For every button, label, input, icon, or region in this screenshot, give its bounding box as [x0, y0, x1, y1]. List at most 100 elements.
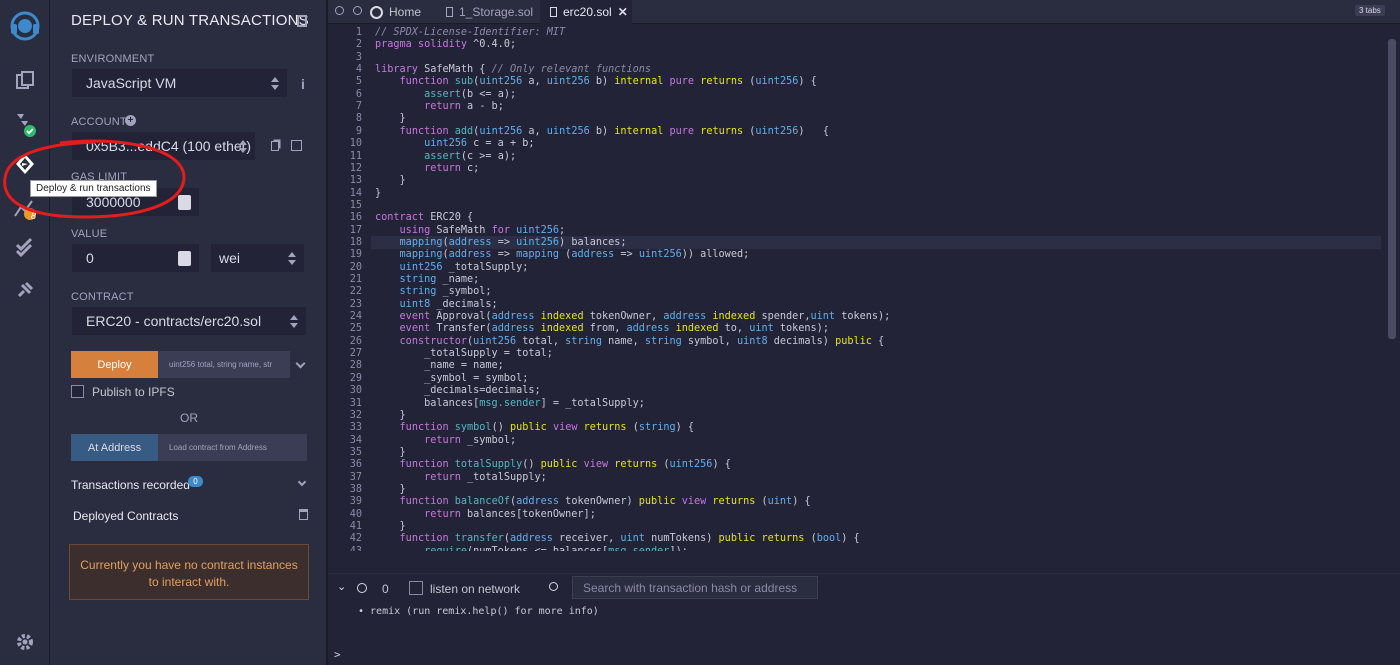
- panel-doc-icon[interactable]: [297, 15, 307, 27]
- code-editor[interactable]: 1 // SPDX-License-Identifier: MIT 2 pragma …: [328, 25, 1400, 551]
- contract-select[interactable]: ERC20 - contracts/erc20.sol: [71, 306, 307, 336]
- unit-testing-icon[interactable]: [0, 227, 50, 267]
- spinner-icon[interactable]: [178, 251, 191, 266]
- spinner-icon[interactable]: [178, 195, 191, 210]
- deploy-params-input[interactable]: uint256 total, string name, str: [158, 351, 290, 378]
- deploy-params-placeholder: uint256 total, string name, str: [169, 360, 273, 369]
- select-caret-icon: [271, 77, 279, 90]
- line-number: 21: [349, 274, 362, 285]
- plugin-manager-icon[interactable]: [0, 270, 50, 310]
- file-explorer-icon[interactable]: [0, 60, 50, 100]
- line-number: 17: [349, 224, 362, 236]
- code-line: }: [375, 483, 406, 495]
- publish-ipfs-label: Publish to IPFS: [92, 385, 175, 399]
- at-address-input[interactable]: Load contract from Address: [158, 434, 307, 461]
- tabs-count-badge[interactable]: 3 tabs: [1355, 5, 1385, 16]
- line-number: 31: [349, 397, 362, 409]
- deploy-run-icon[interactable]: [0, 144, 50, 184]
- code-line: return _totalSupply;: [424, 471, 547, 483]
- code-line: assert(b <= a);: [424, 88, 517, 100]
- line-number: 34: [349, 434, 362, 446]
- copy-icon[interactable]: [271, 141, 279, 151]
- code-line: using SafeMath for uint256;: [399, 224, 566, 236]
- code-line: function transfer(address receiver, uint…: [399, 533, 860, 545]
- trash-icon[interactable]: [299, 509, 308, 520]
- line-number: 3: [355, 51, 362, 63]
- line-number: 33: [349, 422, 362, 434]
- code-line: return a - b;: [424, 101, 504, 113]
- environment-select[interactable]: JavaScript VM: [71, 68, 288, 98]
- value-input[interactable]: 0: [71, 243, 200, 273]
- deploy-run-tooltip: Deploy & run transactions: [30, 180, 157, 197]
- code-line: uint8 _decimals;: [399, 298, 498, 310]
- panel-title: DEPLOY & RUN TRANSACTIONS: [71, 12, 309, 29]
- code-line: function symbol() public view returns (s…: [399, 422, 695, 434]
- line-number: 27: [349, 348, 362, 360]
- code-line: _totalSupply = total;: [375, 348, 553, 360]
- line-number: 15: [349, 199, 362, 211]
- line-number: 13: [349, 175, 362, 187]
- add-account-icon[interactable]: +: [125, 115, 136, 126]
- remix-logo-icon[interactable]: [0, 4, 50, 48]
- line-number: 37: [349, 471, 362, 483]
- line-number: 29: [349, 372, 362, 384]
- line-number: 42: [349, 533, 362, 545]
- line-number: 10: [349, 138, 362, 150]
- zoom-out-icon[interactable]: [335, 6, 344, 15]
- code-line: function add(uint256 a, uint256 b) inter…: [399, 125, 830, 137]
- no-instances-alert: Currently you have no contract instances…: [69, 544, 309, 600]
- tab-storage-label: 1_Storage.sol: [459, 5, 534, 19]
- code-line: _symbol = symbol;: [375, 372, 529, 384]
- publish-ipfs-checkbox[interactable]: [71, 385, 84, 398]
- at-address-placeholder: Load contract from Address: [169, 443, 267, 452]
- code-line: balances[msg.sender] = _totalSupply;: [375, 397, 645, 409]
- code-line: return _symbol;: [424, 434, 517, 446]
- info-icon[interactable]: i: [301, 76, 305, 92]
- account-select[interactable]: 0x5B3...eddC4 (100 ether): [71, 131, 256, 161]
- or-text: OR: [180, 411, 198, 425]
- collapse-terminal-icon[interactable]: ⌄: [337, 580, 346, 593]
- code-line: event Transfer(address indexed from, add…: [399, 323, 829, 335]
- line-number: 36: [349, 459, 362, 471]
- line-number: 20: [349, 261, 362, 273]
- transaction-search-input[interactable]: Search with transaction hash or address: [572, 576, 818, 599]
- listen-network-checkbox[interactable]: [409, 581, 423, 595]
- terminal-log-line: • remix (run remix.help() for more info): [358, 606, 599, 617]
- value-unit-select[interactable]: wei: [210, 243, 305, 273]
- file-icon: [446, 7, 453, 17]
- zoom-in-icon[interactable]: [353, 6, 362, 15]
- select-caret-icon: [239, 140, 247, 153]
- settings-gear-icon[interactable]: [0, 622, 50, 662]
- code-line: }: [375, 113, 406, 125]
- transactions-recorded-label[interactable]: Transactions recorded: [71, 478, 190, 492]
- chevron-down-icon[interactable]: [295, 358, 306, 369]
- editor-scrollbar[interactable]: [1388, 39, 1396, 339]
- line-number: 32: [349, 409, 362, 421]
- solidity-compiler-icon[interactable]: [0, 104, 50, 144]
- tab-storage[interactable]: 1_Storage.sol: [446, 0, 533, 24]
- search-icon: [549, 582, 558, 591]
- tab-home[interactable]: Home: [370, 0, 421, 24]
- terminal-prompt: >: [334, 648, 341, 661]
- code-line: function balanceOf(address tokenOwner) p…: [399, 496, 811, 508]
- code-line: string _symbol;: [399, 286, 492, 298]
- tab-erc20[interactable]: erc20.sol ✕: [540, 0, 632, 24]
- chevron-down-icon[interactable]: [297, 477, 307, 487]
- line-number: 18: [349, 236, 362, 248]
- line-number: 12: [349, 162, 362, 174]
- no-instances-line2: to interact with.: [148, 575, 230, 589]
- deploy-button[interactable]: Deploy: [71, 351, 158, 378]
- line-number: 19: [349, 249, 362, 261]
- terminal-toolbar: ⌄ 0 listen on network Search with transa…: [328, 573, 1400, 602]
- line-number: 26: [349, 335, 362, 347]
- code-line: uint256 c = a + b;: [424, 138, 535, 150]
- line-number: 30: [349, 385, 362, 397]
- listen-network-label: listen on network: [430, 582, 521, 596]
- close-icon[interactable]: ✕: [618, 5, 628, 19]
- clear-console-icon[interactable]: [357, 583, 367, 593]
- terminal-output[interactable]: • remix (run remix.help() for more info)…: [328, 602, 1400, 665]
- edit-icon[interactable]: [291, 140, 302, 151]
- code-line: _decimals=decimals;: [375, 385, 541, 397]
- at-address-button[interactable]: At Address: [71, 434, 158, 461]
- line-number: 7: [355, 101, 362, 113]
